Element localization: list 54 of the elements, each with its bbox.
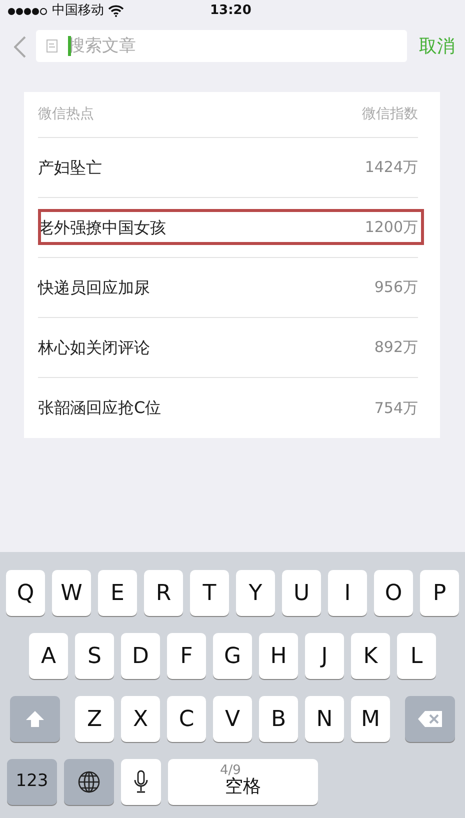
topic-link[interactable]: 快递员回应加尿 [38,276,150,300]
key[interactable]: Q [6,570,45,616]
index-value: 754万 [374,398,418,419]
key[interactable]: U [282,570,321,616]
key[interactable]: R [144,570,183,616]
globe-icon [77,770,101,794]
key[interactable]: I [328,570,367,616]
index-value: 1424万 [364,157,418,178]
topic-link[interactable]: 林心如关闭评论 [38,336,150,360]
space-key[interactable]: 空格 4/9 [168,759,318,805]
key[interactable]: J [305,633,344,679]
numbers-key[interactable]: 123 [7,759,57,805]
key[interactable]: F [167,633,206,679]
index-value: 892万 [374,337,418,358]
signal-icon [8,8,48,14]
key[interactable]: B [259,696,298,742]
carrier-label: 中国移动 [52,2,104,20]
key[interactable]: E [98,570,137,616]
index-value: 1200万 [364,217,418,238]
status-time: 13:20 [210,2,252,20]
key[interactable]: S [75,633,114,679]
key[interactable]: M [351,696,390,742]
key[interactable]: N [305,696,344,742]
shift-key[interactable] [10,696,60,742]
shift-icon [25,710,45,728]
key[interactable]: H [259,633,298,679]
candidate-count: 4/9 [220,762,241,778]
key[interactable]: V [213,696,252,742]
text-cursor [68,36,71,56]
key[interactable]: G [213,633,252,679]
globe-key[interactable] [64,759,114,805]
delete-key[interactable] [405,696,455,742]
document-icon [46,39,58,53]
key[interactable]: C [167,696,206,742]
column-header: 微信热点 [38,105,94,124]
key[interactable]: P [420,570,459,616]
key[interactable]: L [397,633,436,679]
microphone-key[interactable] [121,759,161,805]
key[interactable]: Z [75,696,114,742]
column-header: 微信指数 [362,105,418,124]
key[interactable]: W [52,570,91,616]
key[interactable]: X [121,696,160,742]
key[interactable]: O [374,570,413,616]
key[interactable]: T [190,570,229,616]
key[interactable]: D [121,633,160,679]
key[interactable]: Y [236,570,275,616]
back-icon[interactable] [14,34,26,58]
index-value: 956万 [374,277,418,298]
key[interactable]: A [29,633,68,679]
topic-link[interactable]: 产妇坠亡 [38,156,102,180]
key[interactable]: K [351,633,390,679]
topic-link[interactable]: 张韶涵回应抢C位 [38,396,162,420]
microphone-icon [134,770,148,794]
delete-icon [417,710,443,728]
